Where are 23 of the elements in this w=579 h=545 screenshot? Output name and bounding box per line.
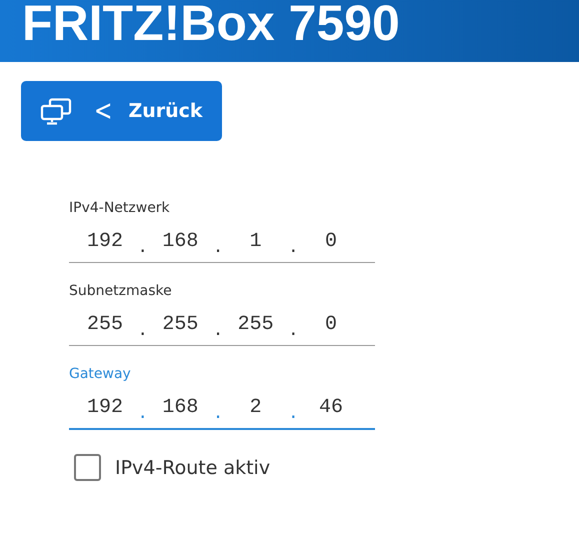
checkbox[interactable] — [74, 454, 101, 481]
octet-input[interactable]: 192 — [75, 396, 135, 418]
field-label: IPv4-Netzwerk — [69, 200, 171, 218]
field-label: Subnetzmaske — [69, 283, 173, 301]
ip-address-field[interactable]: 192 . 168 . 1 . 0 — [69, 220, 375, 263]
octet-input[interactable]: 0 — [300, 312, 361, 336]
octet-input[interactable]: 0 — [300, 230, 361, 252]
ip-address-field[interactable]: 192 . 168 . 2 . 46 — [69, 386, 375, 430]
octet-input[interactable]: 255 — [75, 312, 135, 336]
octet-input[interactable]: 46 — [300, 396, 361, 418]
octet-input[interactable]: 1 — [226, 230, 286, 252]
octet-input[interactable]: 255 — [150, 312, 210, 336]
octet-input[interactable]: 192 — [75, 230, 135, 252]
octet-input[interactable]: 168 — [150, 230, 210, 252]
ip-address-field[interactable]: 255 . 255 . 255 . 0 — [69, 303, 375, 346]
octet-input[interactable]: 168 — [150, 396, 210, 418]
octet-input[interactable]: 255 — [226, 312, 286, 336]
field-label: Gateway — [69, 366, 132, 384]
back-button[interactable]: < Zurück — [21, 81, 222, 141]
octet-input[interactable]: 2 — [226, 396, 286, 418]
monitors-icon — [40, 98, 72, 124]
page-title: FRITZ!Box 7590 — [22, 0, 400, 48]
route-checkbox[interactable]: IPv4-Route aktiv — [74, 454, 375, 481]
